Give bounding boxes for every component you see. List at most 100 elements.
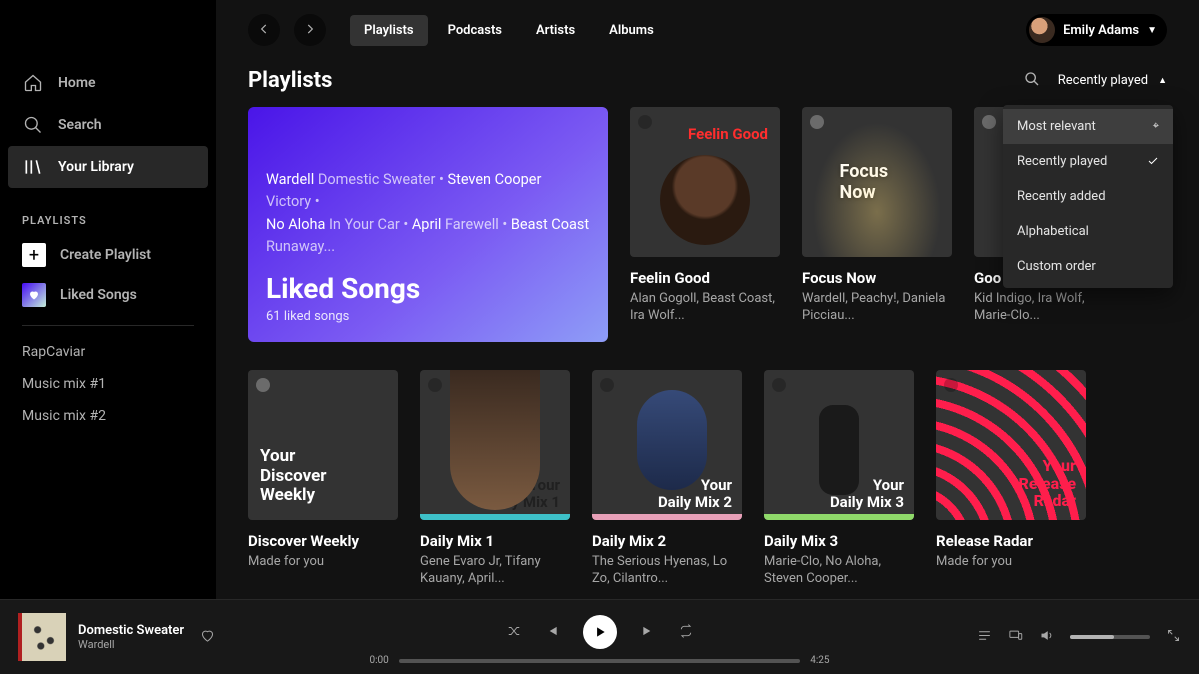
sort-option-alphabetical[interactable]: Alphabetical (1003, 214, 1173, 249)
home-icon (22, 72, 44, 94)
caret-down-icon: ▼ (1147, 25, 1157, 36)
search-icon (1024, 71, 1040, 87)
stripe (764, 514, 914, 520)
playlist-card-discover-weekly[interactable]: Your Discover Weekly Discover Weekly Mad… (248, 370, 398, 588)
chevron-right-icon (303, 21, 317, 40)
playlist-card-daily-mix-3[interactable]: Your Daily Mix 3 Daily Mix 3 Marie-Clo, … (764, 370, 914, 588)
playlist-art: Your Daily Mix 1 (420, 370, 570, 520)
fullscreen-button[interactable] (1166, 628, 1181, 647)
playlist-art: Your Daily Mix 3 (764, 370, 914, 520)
duration-time: 4:25 (810, 655, 829, 666)
card-title: Focus Now (802, 269, 952, 287)
card-subtitle: Kid Indigo, Ira Wolf, Marie-Clo... (974, 291, 1124, 325)
queue-button[interactable] (977, 628, 992, 647)
card-subtitle: Marie-Clo, No Aloha, Steven Cooper... (764, 554, 914, 588)
nav-library[interactable]: Your Library (8, 146, 208, 188)
devices-icon (1008, 628, 1023, 643)
sidebar-playlist[interactable]: Music mix #2 (8, 400, 208, 432)
forward-button[interactable] (294, 14, 326, 46)
previous-button[interactable] (545, 623, 559, 642)
sort-option-label: Custom order (1017, 259, 1096, 274)
page-title: Playlists (248, 68, 332, 93)
sort-option-recently-added[interactable]: Recently added (1003, 179, 1173, 214)
sort-button[interactable]: Recently played ▲ (1058, 73, 1167, 88)
playlist-art: Your Daily Mix 2 (592, 370, 742, 520)
playlist-card-daily-mix-2[interactable]: Your Daily Mix 2 Daily Mix 2 The Serious… (592, 370, 742, 588)
playlist-card-feelin-good[interactable]: Feelin Good Feelin Good Alan Gogoll, Bea… (630, 107, 780, 342)
topbar: Playlists Podcasts Artists Albums Emily … (216, 0, 1199, 46)
cursor-icon: ⌖ (1153, 119, 1159, 133)
shuffle-icon (507, 624, 521, 638)
liked-songs-button[interactable]: Liked Songs (8, 275, 208, 315)
sort-option-most-relevant[interactable]: Most relevant ⌖ (1003, 109, 1173, 144)
liked-songs-hero[interactable]: Wardell Domestic Sweater • Steven Cooper… (248, 107, 608, 342)
spotify-icon (982, 115, 996, 129)
elapsed-time: 0:00 (370, 655, 389, 666)
sidebar: Home Search Your Library PLAYLISTS + Cre… (0, 0, 216, 599)
spotify-icon (944, 378, 958, 392)
filter-tabs: Playlists Podcasts Artists Albums (350, 15, 668, 46)
nav-search[interactable]: Search (8, 104, 208, 146)
card-subtitle: Wardell, Peachy!, Daniela Picciau... (802, 291, 952, 325)
like-button[interactable] (200, 628, 215, 647)
create-playlist-button[interactable]: + Create Playlist (8, 235, 208, 275)
sort-option-recently-played[interactable]: Recently played (1003, 144, 1173, 179)
user-menu[interactable]: Emily Adams ▼ (1026, 14, 1167, 46)
nav-label: Home (58, 75, 96, 91)
play-button[interactable] (583, 615, 617, 649)
now-playing-art[interactable] (18, 613, 66, 661)
card-subtitle: Alan Gogoll, Beast Coast, Ira Wolf... (630, 291, 780, 325)
sort-dropdown: Most relevant ⌖ Recently played Recently… (1003, 105, 1173, 288)
art-label: Your Daily Mix 2 (658, 477, 732, 510)
hero-subtitle: 61 liked songs (266, 309, 590, 324)
card-title: Daily Mix 2 (592, 532, 742, 550)
sort-option-label: Recently played (1017, 154, 1107, 169)
sort-option-label: Most relevant (1017, 119, 1096, 134)
search-icon (22, 114, 44, 136)
card-subtitle: Gene Evaro Jr, Tifany Kauany, April... (420, 554, 570, 588)
art-label: Focus Now (840, 161, 915, 203)
devices-button[interactable] (1008, 628, 1023, 647)
avatar (1029, 17, 1055, 43)
volume-button[interactable] (1039, 628, 1054, 647)
sidebar-playlist[interactable]: Music mix #1 (8, 368, 208, 400)
playlist-card-release-radar[interactable]: Your Release Radar Release Radar Made fo… (936, 370, 1086, 588)
playlist-card-focus-now[interactable]: Focus Now Focus Now Wardell, Peachy!, Da… (802, 107, 952, 342)
playlist-art: Your Release Radar (936, 370, 1086, 520)
shuffle-button[interactable] (507, 623, 521, 642)
now-playing-artist[interactable]: Wardell (78, 638, 184, 651)
now-playing-track[interactable]: Domestic Sweater (78, 623, 184, 638)
hero-title: Liked Songs (266, 272, 590, 305)
card-subtitle: The Serious Hyenas, Lo Zo, Cilantro... (592, 554, 742, 588)
progress-bar[interactable] (399, 659, 800, 663)
play-icon (593, 625, 607, 639)
hero-tracklist: Wardell Domestic Sweater • Steven Cooper… (266, 169, 590, 259)
sort-option-custom-order[interactable]: Custom order (1003, 249, 1173, 284)
art-label: Your Daily Mix 3 (830, 477, 904, 510)
sort-option-label: Alphabetical (1017, 224, 1089, 239)
volume-slider[interactable] (1070, 635, 1150, 639)
tab-albums[interactable]: Albums (595, 15, 668, 46)
card-title: Release Radar (936, 532, 1086, 550)
tab-artists[interactable]: Artists (522, 15, 589, 46)
main: Playlists Podcasts Artists Albums Emily … (216, 0, 1199, 599)
stripe (592, 514, 742, 520)
art-label: Your Daily Mix 1 (486, 477, 560, 510)
sidebar-playlist[interactable]: RapCaviar (8, 336, 208, 368)
skip-back-icon (545, 624, 559, 638)
spotify-icon (772, 378, 786, 392)
repeat-button[interactable] (679, 623, 693, 642)
next-button[interactable] (641, 623, 655, 642)
playlist-card-daily-mix-1[interactable]: Your Daily Mix 1 Daily Mix 1 Gene Evaro … (420, 370, 570, 588)
create-playlist-label: Create Playlist (60, 247, 151, 263)
search-button[interactable] (1024, 71, 1040, 91)
card-title: Daily Mix 1 (420, 532, 570, 550)
back-button[interactable] (248, 14, 280, 46)
nav-home[interactable]: Home (8, 62, 208, 104)
art-label: Your Discover Weekly (260, 447, 327, 506)
tab-playlists[interactable]: Playlists (350, 15, 428, 46)
tab-podcasts[interactable]: Podcasts (434, 15, 516, 46)
sort-label: Recently played (1058, 73, 1148, 88)
plus-icon: + (22, 243, 46, 267)
card-title: Feelin Good (630, 269, 780, 287)
